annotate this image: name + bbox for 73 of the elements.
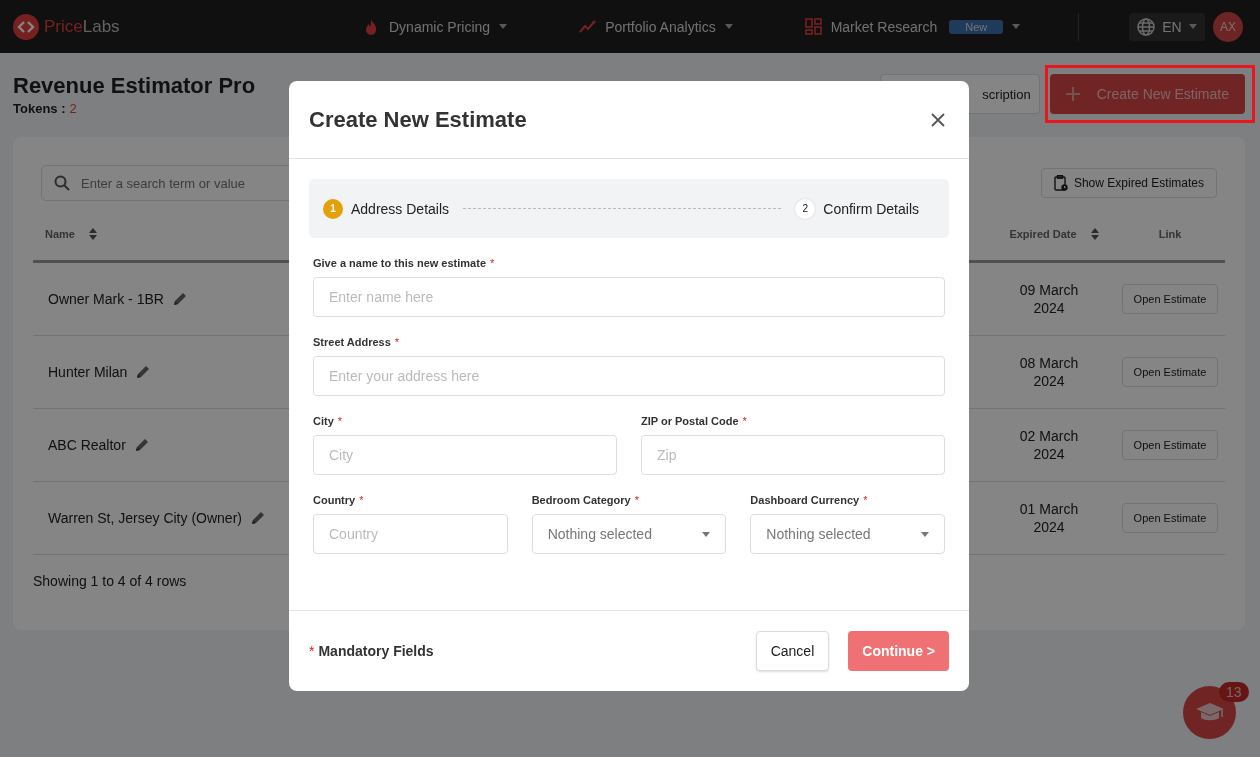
step-label: Address Details [351, 200, 450, 217]
column-header[interactable]: Link [1158, 228, 1182, 240]
globe-icon [1137, 17, 1156, 36]
table-cell: ABC Realtor [48, 437, 126, 453]
required-mark: * [309, 643, 315, 659]
plus-icon [1065, 87, 1080, 101]
page-title: Revenue Estimator Pro [13, 73, 256, 99]
field-label: Bedroom Category * [531, 494, 639, 506]
pencil-icon [171, 291, 188, 307]
sort-icon [88, 228, 97, 240]
logo-icon [13, 13, 39, 40]
open-estimate-button[interactable]: Open Estimate [1121, 503, 1219, 533]
search-icon [54, 175, 70, 191]
grid-icon [804, 18, 822, 35]
sort-icon [1090, 228, 1099, 240]
column-header[interactable]: Expired Date [1009, 228, 1099, 240]
table-cell: 08 March 2024 [1019, 355, 1079, 389]
field-label: Street Address * [313, 336, 400, 348]
field-label: Dashboard Currency * [750, 494, 868, 506]
nav-menu[interactable]: Market Research New [804, 18, 1021, 35]
show-expired-button[interactable]: Show Expired Estimates [1040, 168, 1217, 198]
close-button[interactable] [929, 110, 947, 129]
step-number: 2 [795, 198, 816, 219]
pagination-info: Showing 1 to 4 of 4 rows [33, 573, 188, 589]
field-label: City * [313, 415, 343, 427]
input-field[interactable]: Zip [641, 435, 945, 475]
create-estimate-button[interactable]: Create New Estimate [1049, 74, 1245, 114]
table-cell: Owner Mark - 1BR [48, 291, 164, 307]
continue-button[interactable]: Continue > [848, 631, 949, 671]
open-estimate-button[interactable]: Open Estimate [1121, 284, 1219, 314]
dialog-title: Create New Estimate [309, 106, 527, 133]
table-cell: Warren St, Jersey City (Owner) [48, 510, 242, 526]
input-field[interactable]: City [313, 435, 617, 475]
logo-text: PriceLabs [44, 16, 120, 37]
table-cell: 02 March 2024 [1019, 428, 1079, 462]
step-number: 1 [323, 198, 343, 219]
close-icon [931, 112, 945, 127]
nav-menu[interactable]: Dynamic Pricing [363, 18, 508, 35]
caret-icon [724, 24, 733, 29]
column-header[interactable]: Name [45, 228, 97, 240]
caret-icon [1012, 24, 1021, 29]
open-estimate-button[interactable]: Open Estimate [1121, 430, 1219, 460]
avatar[interactable]: AX [1213, 11, 1243, 42]
tokens-count: 2 [69, 101, 77, 116]
trend-icon [579, 18, 597, 35]
caret-icon [499, 24, 508, 29]
input-field[interactable]: Enter your address here [313, 356, 945, 396]
caret-icon [702, 531, 711, 537]
open-estimate-button[interactable]: Open Estimate [1121, 357, 1219, 387]
pencil-icon [249, 510, 266, 526]
table-cell: 01 March 2024 [1019, 501, 1079, 535]
caret-icon [1188, 24, 1197, 29]
clipboard-clock-icon [1053, 175, 1068, 191]
new-badge: New [949, 19, 1004, 34]
dropdown[interactable]: Nothing selected [750, 514, 945, 554]
pencil-icon [133, 437, 150, 453]
step-label: Confirm Details [823, 200, 919, 217]
cancel-button[interactable]: Cancel [755, 631, 830, 671]
notification-badge: 13 [1219, 682, 1249, 702]
pencil-icon [135, 364, 152, 380]
table-cell: Hunter Milan [48, 364, 128, 380]
input-field[interactable]: Enter name here [313, 277, 945, 317]
field-label: Country * [313, 494, 364, 506]
nav-menu[interactable]: Portfolio Analytics [579, 18, 733, 35]
field-label: Give a name to this new estimate * [313, 257, 495, 269]
dropdown[interactable]: Nothing selected [531, 514, 727, 554]
mandatory-note: Mandatory Fields [318, 643, 434, 659]
field-label: ZIP or Postal Code * [641, 415, 747, 427]
input-field[interactable]: Country [313, 514, 508, 554]
language-selector[interactable]: EN [1129, 12, 1205, 41]
caret-icon [921, 531, 929, 537]
table-cell: 09 March 2024 [1019, 282, 1079, 316]
tokens-label: Tokens : [13, 101, 66, 116]
